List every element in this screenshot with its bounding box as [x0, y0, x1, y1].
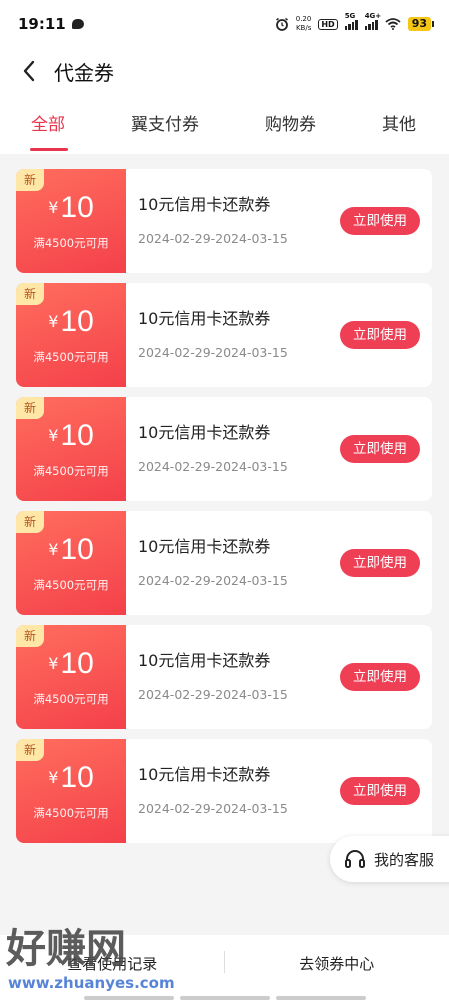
new-badge: 新 [16, 739, 44, 761]
coupon-validity: 2024-02-29-2024-03-15 [138, 345, 288, 360]
coupon-name: 10元信用卡还款券 [138, 309, 271, 328]
currency-symbol: ¥ [48, 312, 59, 331]
page-title: 代金券 [54, 60, 114, 85]
coupon-info-panel: 10元信用卡还款券 2024-02-29-2024-03-15 立即使用 [126, 283, 432, 387]
coupon-condition: 满4500元可用 [33, 464, 109, 478]
tab-active-indicator [30, 148, 68, 151]
currency-symbol: ¥ [48, 198, 59, 217]
coupon-info-panel: 10元信用卡还款券 2024-02-29-2024-03-15 立即使用 [126, 511, 432, 615]
net-speed-unit: KB/s [295, 24, 312, 32]
watermark-brand: 好赚网 [6, 926, 126, 972]
use-now-button[interactable]: 立即使用 [340, 777, 420, 805]
net-speed-value: 0.20 [295, 15, 312, 23]
new-badge: 新 [16, 511, 44, 533]
coupon-value-panel: 新 ¥10 满4500元可用 [16, 625, 132, 729]
coupon-value-panel: 新 ¥10 满4500元可用 [16, 739, 132, 843]
coupon-name: 10元信用卡还款券 [138, 195, 271, 214]
coupon-list: 新 ¥10 满4500元可用 10元信用卡还款券 2024-02-29-2024… [16, 169, 432, 853]
alarm-icon [275, 17, 288, 31]
bottom-divider [224, 951, 225, 973]
coupon-validity: 2024-02-29-2024-03-15 [138, 687, 288, 702]
coupon-info-panel: 10元信用卡还款券 2024-02-29-2024-03-15 立即使用 [126, 625, 432, 729]
hd-badge: HD [318, 18, 338, 30]
coupon-card: 新 ¥10 满4500元可用 10元信用卡还款券 2024-02-29-2024… [16, 511, 432, 615]
use-now-button[interactable]: 立即使用 [340, 207, 420, 235]
tab-bar: 全部 翼支付券 购物券 其他 [0, 94, 449, 154]
header: 代金券 [0, 48, 449, 94]
new-badge: 新 [16, 625, 44, 647]
coupon-name: 10元信用卡还款券 [138, 765, 271, 784]
customer-service-button[interactable]: 我的客服 [330, 836, 449, 882]
coupon-validity: 2024-02-29-2024-03-15 [138, 231, 288, 246]
coupon-card: 新 ¥10 满4500元可用 10元信用卡还款券 2024-02-29-2024… [16, 625, 432, 729]
coupon-name: 10元信用卡还款券 [138, 423, 271, 442]
coupon-value-panel: 新 ¥10 满4500元可用 [16, 169, 132, 273]
coupon-condition: 满4500元可用 [33, 236, 109, 250]
watermark-url: www.zhuanyes.com [8, 974, 175, 992]
tab-shopping[interactable]: 购物券 [265, 110, 316, 135]
signal-4g-icon: 4G+ [364, 12, 381, 30]
coupon-condition: 满4500元可用 [33, 692, 109, 706]
tab-other[interactable]: 其他 [382, 110, 416, 135]
coupon-validity: 2024-02-29-2024-03-15 [138, 801, 288, 816]
coupon-value-panel: 新 ¥10 满4500元可用 [16, 511, 132, 615]
coupon-value-panel: 新 ¥10 满4500元可用 [16, 397, 132, 501]
net-speed: 0.20 KB/s [296, 15, 312, 33]
coupon-info-panel: 10元信用卡还款券 2024-02-29-2024-03-15 立即使用 [126, 397, 432, 501]
currency-symbol: ¥ [48, 654, 59, 673]
chat-notification-icon [71, 19, 84, 29]
coupon-amount: 10 [60, 419, 94, 452]
use-now-button[interactable]: 立即使用 [340, 321, 420, 349]
new-badge: 新 [16, 169, 44, 191]
coupon-validity: 2024-02-29-2024-03-15 [138, 573, 288, 588]
coupon-amount: 10 [60, 305, 94, 338]
signal-4g-label: 4G+ [364, 12, 382, 20]
status-bar: 19:11 0.20 KB/s HD 5G 4G+ 93 [0, 0, 449, 48]
headset-icon [345, 850, 365, 868]
coupon-amount: 10 [60, 191, 94, 224]
new-badge: 新 [16, 397, 44, 419]
site-watermark-logo: 好赚网 www.zhuanyes.com [6, 926, 175, 992]
coupon-amount: 10 [60, 647, 94, 680]
wifi-icon [385, 18, 401, 30]
coupon-amount: 10 [60, 761, 94, 794]
signal-5g-icon: 5G [344, 12, 358, 30]
coupon-name: 10元信用卡还款券 [138, 537, 271, 556]
use-now-button[interactable]: 立即使用 [340, 663, 420, 691]
currency-symbol: ¥ [48, 426, 59, 445]
back-arrow-icon[interactable] [18, 60, 40, 82]
new-badge: 新 [16, 283, 44, 305]
coupon-card: 新 ¥10 满4500元可用 10元信用卡还款券 2024-02-29-2024… [16, 283, 432, 387]
coupon-center-button[interactable]: 去领券中心 [225, 935, 449, 1000]
use-now-button[interactable]: 立即使用 [340, 549, 420, 577]
coupon-card: 新 ¥10 满4500元可用 10元信用卡还款券 2024-02-29-2024… [16, 739, 432, 843]
coupon-info-panel: 10元信用卡还款券 2024-02-29-2024-03-15 立即使用 [126, 169, 432, 273]
tab-all[interactable]: 全部 [31, 110, 65, 135]
coupon-validity: 2024-02-29-2024-03-15 [138, 459, 288, 474]
coupon-info-panel: 10元信用卡还款券 2024-02-29-2024-03-15 立即使用 [126, 739, 432, 843]
coupon-card: 新 ¥10 满4500元可用 10元信用卡还款券 2024-02-29-2024… [16, 397, 432, 501]
coupon-condition: 满4500元可用 [33, 350, 109, 364]
coupon-value-panel: 新 ¥10 满4500元可用 [16, 283, 132, 387]
coupon-card: 新 ¥10 满4500元可用 10元信用卡还款券 2024-02-29-2024… [16, 169, 432, 273]
signal-5g-label: 5G [344, 12, 356, 20]
currency-symbol: ¥ [48, 540, 59, 559]
coupon-condition: 满4500元可用 [33, 806, 109, 820]
customer-service-label: 我的客服 [374, 850, 435, 869]
status-icons: 0.20 KB/s HD 5G 4G+ 93 [275, 12, 435, 33]
battery-indicator: 93 [407, 17, 435, 31]
currency-symbol: ¥ [48, 768, 59, 787]
tab-yipay[interactable]: 翼支付券 [131, 110, 199, 135]
coupon-name: 10元信用卡还款券 [138, 651, 271, 670]
coupon-amount: 10 [60, 533, 94, 566]
coupon-condition: 满4500元可用 [33, 578, 109, 592]
status-time: 19:11 [18, 15, 66, 33]
use-now-button[interactable]: 立即使用 [340, 435, 420, 463]
